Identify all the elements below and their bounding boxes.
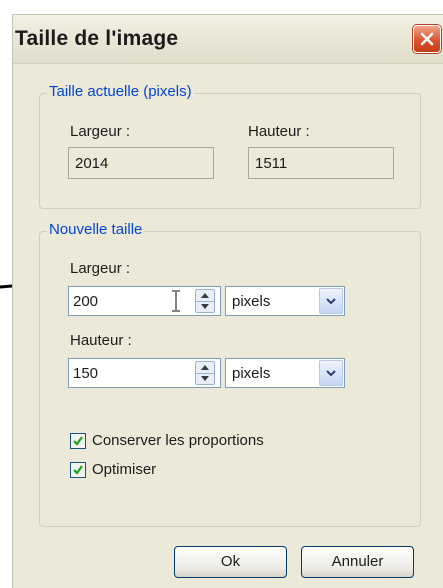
height-unit-value: pixels <box>232 365 271 382</box>
title-bar: Taille de l'image <box>13 15 443 64</box>
new-width-label: Largeur : <box>70 260 131 277</box>
width-unit-select[interactable]: pixels <box>225 286 345 316</box>
keep-proportions-label[interactable]: Conserver les proportions <box>92 432 264 449</box>
optimize-checkbox[interactable] <box>70 462 86 478</box>
image-size-dialog: Taille de l'image Taille actuelle (pixel… <box>12 14 443 588</box>
text-cursor-icon <box>172 290 180 312</box>
current-height-label: Hauteur : <box>248 123 310 140</box>
height-spin-down-button[interactable] <box>196 373 214 384</box>
width-spin-down-button[interactable] <box>196 301 214 312</box>
height-unit-select[interactable]: pixels <box>225 358 345 388</box>
cancel-button[interactable]: Annuler <box>301 546 414 578</box>
spin-down-icon <box>201 304 209 309</box>
keep-proportions-checkbox[interactable] <box>70 433 86 449</box>
height-unit-dropdown-button[interactable] <box>319 360 343 386</box>
current-width-field: 2014 <box>68 147 214 179</box>
spin-up-icon <box>201 365 209 370</box>
chevron-down-icon <box>326 298 336 305</box>
spin-down-icon <box>201 376 209 381</box>
current-size-legend: Taille actuelle (pixels) <box>47 83 194 100</box>
height-spinner[interactable] <box>195 361 215 385</box>
close-icon <box>420 32 434 46</box>
close-button[interactable] <box>413 25 441 53</box>
spin-up-icon <box>201 293 209 298</box>
width-unit-value: pixels <box>232 293 271 310</box>
dialog-title: Taille de l'image <box>15 27 179 50</box>
checkmark-icon <box>73 436 83 446</box>
width-unit-dropdown-button[interactable] <box>319 288 343 314</box>
new-size-legend: Nouvelle taille <box>47 221 145 238</box>
current-width-label: Largeur : <box>70 123 131 140</box>
optimize-label[interactable]: Optimiser <box>92 461 156 478</box>
current-height-field: 1511 <box>248 147 394 179</box>
ok-button[interactable]: Ok <box>174 546 287 578</box>
new-height-label: Hauteur : <box>70 332 132 349</box>
checkmark-icon <box>73 465 83 475</box>
chevron-down-icon <box>326 370 336 377</box>
width-spinner[interactable] <box>195 289 215 313</box>
